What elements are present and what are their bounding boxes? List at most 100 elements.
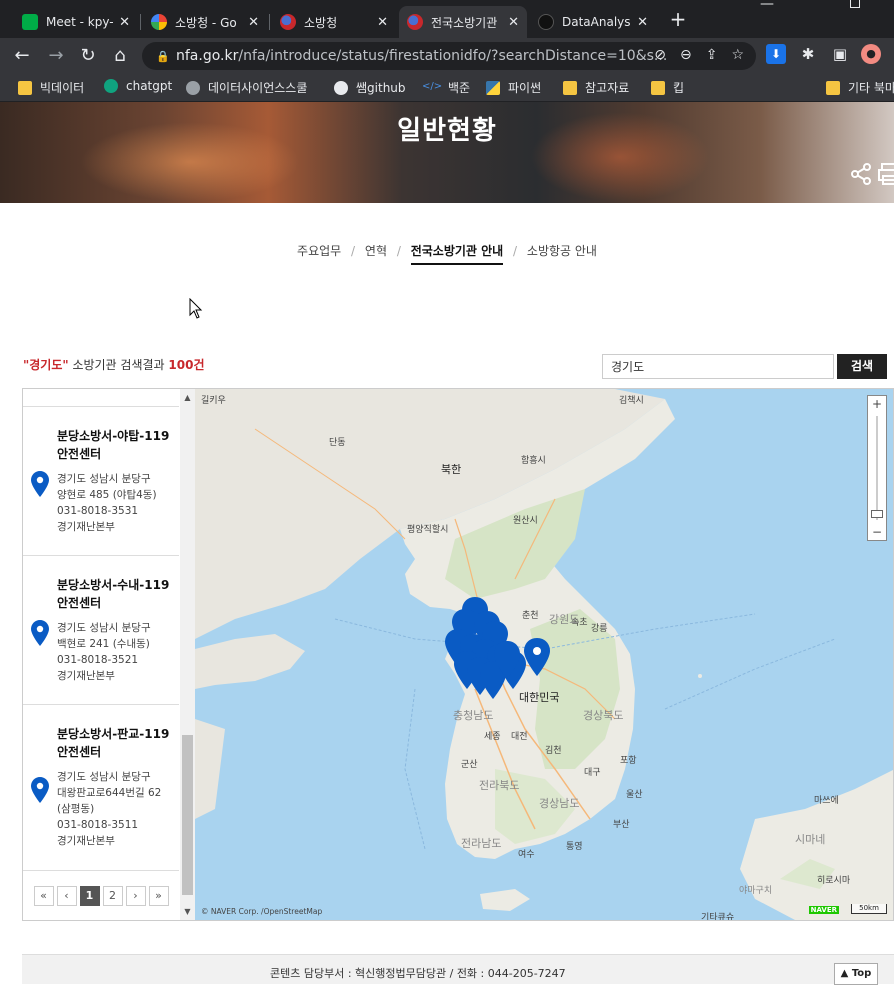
hero-banner: 일반현황 xyxy=(0,102,894,203)
map-label: 북한 xyxy=(441,463,462,476)
search-input[interactable] xyxy=(602,354,834,379)
download-icon[interactable]: ⬇ xyxy=(766,44,786,64)
tab-meet[interactable]: Meet - kpy- ✕ xyxy=(14,6,138,38)
pagination: « ‹ 1 2 › » xyxy=(23,873,179,919)
page-title: 일반현황 xyxy=(397,116,497,146)
bookmark-bigdata[interactable]: 빅데이터 xyxy=(18,79,84,96)
home-icon[interactable]: ⌂ xyxy=(108,44,132,68)
bookmark-chatgpt[interactable]: chatgpt xyxy=(104,79,172,93)
google-icon xyxy=(151,14,167,30)
new-tab-button[interactable]: + xyxy=(666,8,690,32)
subnav-history[interactable]: 연혁 xyxy=(365,244,387,258)
tab-github[interactable]: DataAnalysi ✕ xyxy=(530,6,656,38)
station-phone: 031-8018-3521 xyxy=(57,654,139,666)
map-label: 강원도 xyxy=(549,613,580,626)
nfa-icon xyxy=(407,14,423,30)
maximize-icon[interactable] xyxy=(850,0,860,8)
page-2-button[interactable]: 2 xyxy=(102,886,123,906)
tab-active-firestations[interactable]: 전국소방기관 ✕ xyxy=(399,6,527,38)
folder-icon xyxy=(563,80,577,95)
subnav-fire-agencies[interactable]: 전국소방기관 안내 xyxy=(410,244,504,265)
map-label: 시마네 xyxy=(795,833,826,846)
station-address: 경기도 성남시 분당구 양현로 485 (야탑4동) 031-8018-3531… xyxy=(57,471,175,535)
station-list[interactable]: 분당소방서-야탑-119 안전센터 경기도 성남시 분당구 양현로 485 (야… xyxy=(23,389,179,920)
scroll-up-icon[interactable]: ▲ xyxy=(183,393,192,402)
map-label: 여수 xyxy=(518,850,535,860)
tab-nfa[interactable]: 소방청 ✕ xyxy=(272,6,396,38)
nfa-icon xyxy=(280,14,296,30)
last-page-button[interactable]: » xyxy=(148,886,169,906)
minimize-icon[interactable]: — xyxy=(760,0,774,12)
print-icon[interactable] xyxy=(878,162,894,186)
list-item[interactable]: 분당소방서-수내-119 안전센터 경기도 성남시 분당구 백현로 241 (수… xyxy=(23,556,179,705)
station-name: 분당소방서-판교-119 안전센터 xyxy=(57,727,170,759)
station-agency: 경기재난본부 xyxy=(57,835,115,847)
station-agency: 경기재난본부 xyxy=(57,521,115,533)
map-label: 대전 xyxy=(511,732,528,742)
list-item[interactable]: 분당소방서-야탑-119 안전센터 경기도 성남시 분당구 양현로 485 (야… xyxy=(23,407,179,556)
list-item[interactable] xyxy=(23,389,179,407)
tab-google[interactable]: 소방청 - Go ✕ xyxy=(143,6,267,38)
zoom-out-button[interactable]: − xyxy=(868,524,886,540)
subnav-main-tasks[interactable]: 주요업무 xyxy=(297,244,341,258)
station-address: 경기도 성남시 분당구 대왕판교로644번길 62 (삼평동) 031-8018… xyxy=(57,769,175,849)
map-label: 히로시마 xyxy=(817,876,851,886)
content-info-footer: 콘텐츠 담당부서 : 혁신행정법무담당관 / 전화 : 044-205-7247… xyxy=(22,954,894,985)
close-tab-icon[interactable]: ✕ xyxy=(637,15,648,30)
page-1-button[interactable]: 1 xyxy=(79,886,100,906)
lock-icon: 🔒 xyxy=(156,50,170,63)
close-tab-icon[interactable]: ✕ xyxy=(508,15,519,30)
bookmark-datascience-school[interactable]: 데이터사이언스스쿨 xyxy=(186,79,307,96)
map-label: 포항 xyxy=(620,756,637,766)
meet-icon xyxy=(22,14,38,30)
globe-icon xyxy=(186,80,200,95)
bookmark-references[interactable]: 참고자료 xyxy=(563,79,629,96)
map-label: 기타큐슈 xyxy=(701,913,735,920)
first-page-button[interactable]: « xyxy=(33,886,54,906)
forward-icon[interactable]: → xyxy=(44,44,68,68)
naver-logo: NAVER xyxy=(808,906,839,914)
share-icon[interactable] xyxy=(849,162,873,186)
scroll-down-icon[interactable]: ▼ xyxy=(183,907,192,916)
bookmark-others[interactable]: 기타 북마 xyxy=(826,79,894,96)
map-view[interactable]: 길키우 김책시 단동 북한 함흥시 평양직할시 원산시 속초 춘천 강원도 강릉… xyxy=(195,389,893,920)
bookmark-python[interactable]: 파이썬 xyxy=(486,79,541,96)
map-label: 대한민국 xyxy=(519,691,560,704)
subnav-aviation[interactable]: 소방항공 안내 xyxy=(527,244,597,258)
scroll-top-button[interactable]: ▲ Top xyxy=(834,963,878,985)
zoom-icon[interactable]: ⊖ xyxy=(680,47,692,63)
folder-icon xyxy=(826,80,840,95)
close-tab-icon[interactable]: ✕ xyxy=(119,15,130,30)
map-scale: 50km xyxy=(851,904,887,914)
bookmark-star-icon[interactable]: ☆ xyxy=(731,47,744,63)
back-icon[interactable]: ← xyxy=(10,44,34,68)
profile-avatar[interactable]: ● xyxy=(861,44,881,64)
map-label: 춘천 xyxy=(522,611,539,621)
location-blocked-icon[interactable]: ⊘ xyxy=(654,47,666,63)
close-tab-icon[interactable]: ✕ xyxy=(377,15,388,30)
bookmark-baekjoon[interactable]: </> 백준 xyxy=(422,79,470,96)
map-label: 통영 xyxy=(566,842,583,852)
scrollbar-thumb[interactable] xyxy=(182,735,193,895)
close-tab-icon[interactable]: ✕ xyxy=(248,15,259,30)
map-label: 경상남도 xyxy=(539,797,580,810)
next-page-button[interactable]: › xyxy=(125,886,146,906)
search-button[interactable]: 검색 xyxy=(837,354,887,379)
address-bar[interactable]: 🔒 nfa.go.kr/nfa/introduce/status/firesta… xyxy=(142,42,756,70)
reload-icon[interactable]: ↻ xyxy=(76,44,100,68)
share-icon[interactable]: ⇪ xyxy=(706,47,718,63)
zoom-in-button[interactable]: + xyxy=(868,396,886,412)
extensions-icon[interactable]: ✱ xyxy=(798,44,818,64)
bookmark-keep[interactable]: 킵 xyxy=(651,79,684,96)
sidepanel-icon[interactable]: ▣ xyxy=(830,44,850,64)
prev-page-button[interactable]: ‹ xyxy=(56,886,77,906)
folder-icon xyxy=(651,80,665,95)
zoom-slider-knob[interactable] xyxy=(871,510,883,518)
list-item[interactable]: 분당소방서-판교-119 안전센터 경기도 성남시 분당구 대왕판교로644번길… xyxy=(23,705,179,871)
browser-toolbar: ← → ↻ ⌂ 🔒 nfa.go.kr/nfa/introduce/status… xyxy=(0,38,894,74)
bookmark-github[interactable]: 쌤github xyxy=(334,79,406,96)
zoom-slider-track[interactable] xyxy=(876,416,878,520)
list-scrollbar[interactable]: ▲ ▼ xyxy=(180,389,195,920)
station-map-panel: 분당소방서-야탑-119 안전센터 경기도 성남시 분당구 양현로 485 (야… xyxy=(22,388,894,921)
map-label: 경상북도 xyxy=(583,709,624,722)
